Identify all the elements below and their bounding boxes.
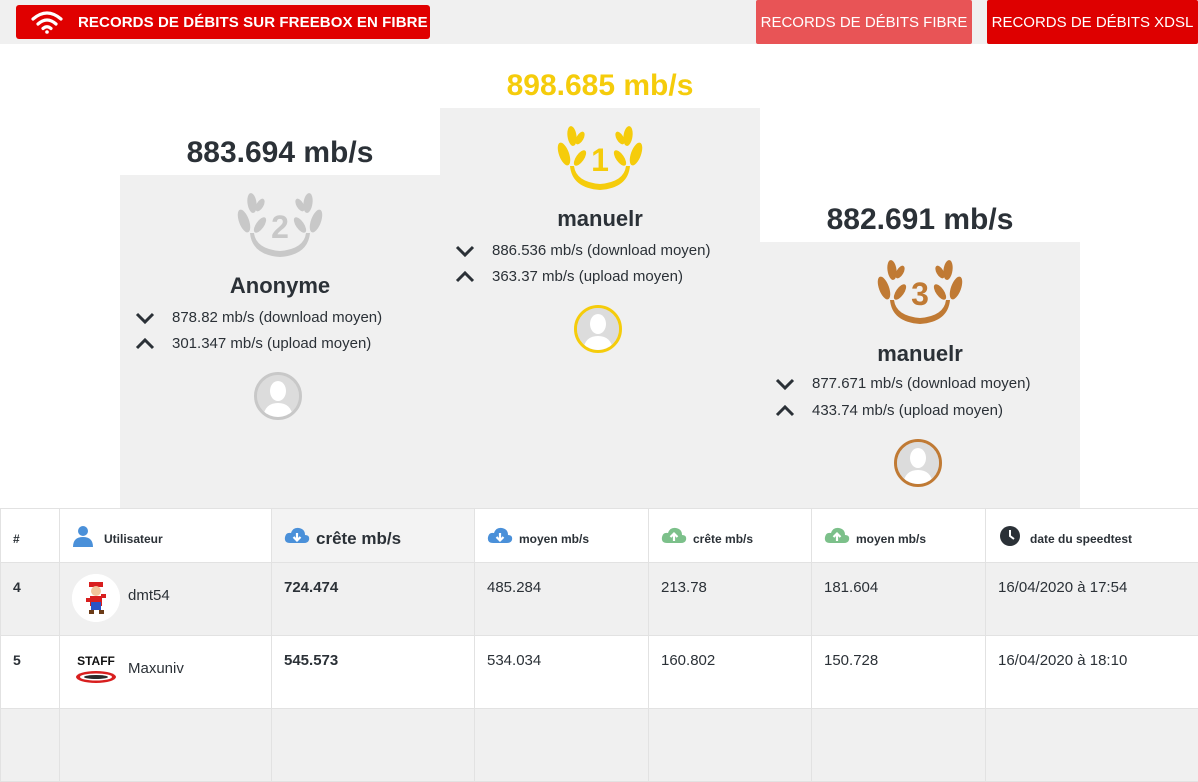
date-cell: 16/04/2020 à 18:10 <box>986 636 1198 709</box>
download-peak-cell: 545.573 <box>272 636 475 709</box>
column-user-header[interactable]: Utilisateur <box>60 509 272 563</box>
wifi-icon <box>30 10 64 34</box>
user-cell[interactable]: dmt54 <box>60 563 272 636</box>
podium-second: 2 Anonyme 878.82 mb/s (download moyen) 3… <box>120 175 440 508</box>
rank-1-label: 1 <box>591 142 609 178</box>
upload-average-cell: 150.728 <box>812 636 986 709</box>
download-peak-cell <box>272 709 475 782</box>
avatar[interactable] <box>574 305 622 353</box>
upload-average-cell: 181.604 <box>812 563 986 636</box>
user-cell[interactable] <box>60 709 272 782</box>
download-average-cell: 485.284 <box>475 563 649 636</box>
cloud-upload-icon <box>661 525 687 547</box>
default-user-icon <box>577 308 619 350</box>
user-cell[interactable]: STAFF Maxuniv <box>60 636 272 709</box>
rank-cell: 5 <box>1 636 60 709</box>
table-row[interactable] <box>1 709 1198 782</box>
upload-average-text: 301.347 mb/s (upload moyen) <box>172 334 371 354</box>
podium-third: 3 manuelr 877.671 mb/s (download moyen) … <box>760 242 1080 508</box>
upload-average-cell <box>812 709 986 782</box>
podium-first-username[interactable]: manuelr <box>440 206 760 232</box>
rank-3-label: 3 <box>911 276 929 312</box>
download-average-cell: 534.034 <box>475 636 649 709</box>
chevron-up-icon <box>134 336 156 352</box>
username[interactable]: Maxuniv <box>128 660 184 677</box>
user-icon <box>72 525 98 547</box>
chevron-up-icon <box>774 403 796 419</box>
upload-average-text: 363.37 mb/s (upload moyen) <box>492 267 683 287</box>
column-date-header[interactable]: date du speedtest <box>986 509 1198 563</box>
laurel-second-icon: 2 <box>230 183 330 263</box>
upload-peak-cell: 160.802 <box>649 636 812 709</box>
date-cell <box>986 709 1198 782</box>
download-peak-cell: 724.474 <box>272 563 475 636</box>
date-cell: 16/04/2020 à 17:54 <box>986 563 1198 636</box>
chevron-down-icon <box>774 376 796 392</box>
rank-cell <box>1 709 60 782</box>
brand-title: RECORDS DE DÉBITS SUR FREEBOX EN FIBRE <box>78 5 428 39</box>
download-average-text: 877.671 mb/s (download moyen) <box>812 374 1030 394</box>
table-header-row: # Utilisateur crête mb/s <box>1 509 1198 563</box>
nav-records-xdsl-button[interactable]: RECORDS DE DÉBITS XDSL <box>987 0 1198 44</box>
download-average-text: 878.82 mb/s (download moyen) <box>172 308 382 328</box>
brand-banner[interactable]: RECORDS DE DÉBITS SUR FREEBOX EN FIBRE <box>16 5 430 39</box>
avatar[interactable] <box>894 439 942 487</box>
cloud-download-icon <box>487 525 513 547</box>
staff-badge-icon: STAFF <box>72 647 120 695</box>
upload-peak-cell <box>649 709 812 782</box>
table-row[interactable]: 5 STAFF Maxuniv 545.573 534.034 <box>1 636 1198 709</box>
username[interactable]: dmt54 <box>128 587 170 604</box>
upload-average-text: 433.74 mb/s (upload moyen) <box>812 401 1003 421</box>
podium-second-speed: 883.694 mb/s <box>120 136 440 170</box>
default-user-icon <box>897 442 939 484</box>
chevron-up-icon <box>454 269 476 285</box>
download-average-cell <box>475 709 649 782</box>
avatar[interactable] <box>72 574 120 622</box>
laurel-first-icon: 1 <box>550 116 650 196</box>
ranking-table-container: # Utilisateur crête mb/s <box>0 508 1198 728</box>
laurel-third-icon: 3 <box>870 250 970 330</box>
rank-2-label: 2 <box>271 209 289 245</box>
column-upload-peak-header[interactable]: crête mb/s <box>649 509 812 563</box>
cloud-upload-icon <box>824 525 850 547</box>
column-rank-header[interactable]: # <box>1 509 60 563</box>
ranking-table: # Utilisateur crête mb/s <box>0 508 1198 782</box>
column-download-average-header[interactable]: moyen mb/s <box>475 509 649 563</box>
podium-first: 1 manuelr 886.536 mb/s (download moyen) … <box>440 108 760 508</box>
rank-cell: 4 <box>1 563 60 636</box>
download-average-text: 886.536 mb/s (download moyen) <box>492 241 710 261</box>
top-bar: RECORDS DE DÉBITS SUR FREEBOX EN FIBRE R… <box>0 0 1198 44</box>
table-row[interactable]: 4 <box>1 563 1198 636</box>
cloud-download-icon <box>284 525 310 547</box>
podium-third-username[interactable]: manuelr <box>760 341 1080 367</box>
chevron-down-icon <box>134 310 156 326</box>
mario-avatar-icon <box>72 574 120 622</box>
podium-third-speed: 882.691 mb/s <box>760 203 1080 237</box>
podium-first-speed: 898.685 mb/s <box>440 69 760 103</box>
upload-peak-cell: 213.78 <box>649 563 812 636</box>
clock-icon <box>998 525 1024 547</box>
default-user-icon <box>257 375 299 417</box>
column-download-peak-header[interactable]: crête mb/s <box>272 509 475 563</box>
avatar[interactable] <box>254 372 302 420</box>
podium-second-username[interactable]: Anonyme <box>120 273 440 299</box>
nav-records-fibre-button[interactable]: RECORDS DE DÉBITS FIBRE <box>756 0 972 44</box>
chevron-down-icon <box>454 243 476 259</box>
svg-text:STAFF: STAFF <box>77 654 115 668</box>
column-upload-average-header[interactable]: moyen mb/s <box>812 509 986 563</box>
avatar[interactable]: STAFF <box>72 647 120 695</box>
